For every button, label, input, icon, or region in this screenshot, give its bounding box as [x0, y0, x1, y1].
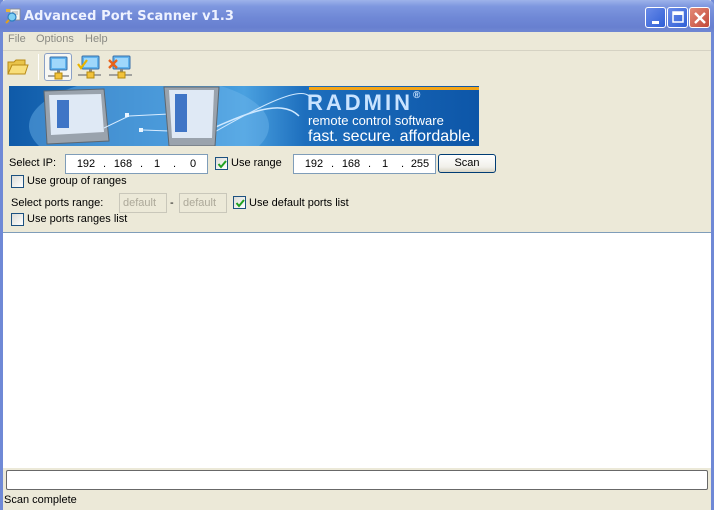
app-scanner-icon [5, 8, 21, 24]
toolbar [3, 51, 711, 84]
window-title: Advanced Port Scanner v1.3 [24, 9, 235, 24]
ip-dot: . [331, 158, 335, 170]
menu-options[interactable]: Options [36, 33, 74, 45]
start-ip-octet-4[interactable]: 0 [179, 158, 207, 170]
show-dead-button[interactable] [106, 53, 134, 81]
use-group-of-ranges-label[interactable]: Use group of ranges [27, 175, 127, 187]
app-window: Advanced Port Scanner v1.3 File Options … [0, 0, 714, 510]
network-computer-check-icon [77, 55, 101, 79]
network-computer-icon [48, 56, 69, 80]
use-ports-ranges-list-checkbox[interactable] [11, 213, 24, 226]
start-ip-octet-3[interactable]: 1 [146, 158, 168, 170]
end-ip-octet-2[interactable]: 168 [337, 158, 365, 170]
minimize-button[interactable] [645, 7, 666, 28]
banner-slogan: fast. secure. affordable. [308, 128, 475, 145]
ip-dot: . [103, 158, 107, 170]
scan-button[interactable]: Scan [438, 154, 496, 173]
use-default-ports-label[interactable]: Use default ports list [249, 197, 349, 209]
banner-brand-text: RADMIN [307, 90, 413, 115]
ip-dot: . [140, 158, 144, 170]
start-ip-input[interactable]: 192 . 168 . 1 . 0 [65, 154, 208, 174]
close-button[interactable] [689, 7, 710, 28]
status-bar: Scan complete [3, 491, 711, 510]
start-ip-octet-2[interactable]: 168 [109, 158, 137, 170]
folder-open-icon [7, 59, 29, 75]
maximize-icon [672, 11, 684, 23]
open-button[interactable] [5, 53, 33, 81]
scan-all-button[interactable] [44, 53, 72, 81]
port-to-input[interactable]: default [179, 193, 227, 213]
network-computer-cross-icon [108, 55, 132, 79]
checkmark-icon [217, 160, 227, 169]
end-ip-octet-1[interactable]: 192 [300, 158, 328, 170]
port-from-input[interactable]: default [119, 193, 167, 213]
use-default-ports-checkbox[interactable] [233, 196, 246, 209]
status-text: Scan complete [4, 494, 77, 506]
title-bar[interactable]: Advanced Port Scanner v1.3 [0, 0, 714, 32]
radmin-ad-banner[interactable]: RADMIN® remote control software fast. se… [9, 86, 479, 146]
ip-dot: . [173, 158, 177, 170]
registered-mark: ® [413, 90, 421, 101]
banner-illustration [29, 86, 309, 146]
scan-results-list[interactable] [3, 232, 711, 468]
close-icon [694, 12, 706, 24]
use-group-of-ranges-checkbox[interactable] [11, 175, 24, 188]
end-ip-input[interactable]: 192 . 168 . 1 . 255 [293, 154, 436, 174]
end-ip-octet-4[interactable]: 255 [406, 158, 434, 170]
menu-bar: File Options Help [3, 32, 711, 50]
select-ports-label: Select ports range: [11, 197, 104, 209]
toolbar-separator [38, 54, 39, 80]
use-range-checkbox[interactable] [215, 157, 228, 170]
use-ports-ranges-list-label[interactable]: Use ports ranges list [27, 213, 127, 225]
scan-progress-bar [6, 470, 708, 490]
menu-help[interactable]: Help [85, 33, 108, 45]
banner-tagline: remote control software [308, 113, 444, 128]
ip-dot: . [401, 158, 405, 170]
ip-dot: . [368, 158, 372, 170]
port-range-separator: - [170, 197, 174, 209]
use-range-label[interactable]: Use range [231, 157, 282, 169]
maximize-button[interactable] [667, 7, 688, 28]
show-alive-button[interactable] [75, 53, 103, 81]
menu-file[interactable]: File [8, 33, 26, 45]
checkmark-icon [235, 199, 245, 208]
start-ip-octet-1[interactable]: 192 [72, 158, 100, 170]
end-ip-octet-3[interactable]: 1 [374, 158, 396, 170]
minimize-icon [652, 21, 659, 24]
select-ip-label: Select IP: [9, 157, 57, 169]
